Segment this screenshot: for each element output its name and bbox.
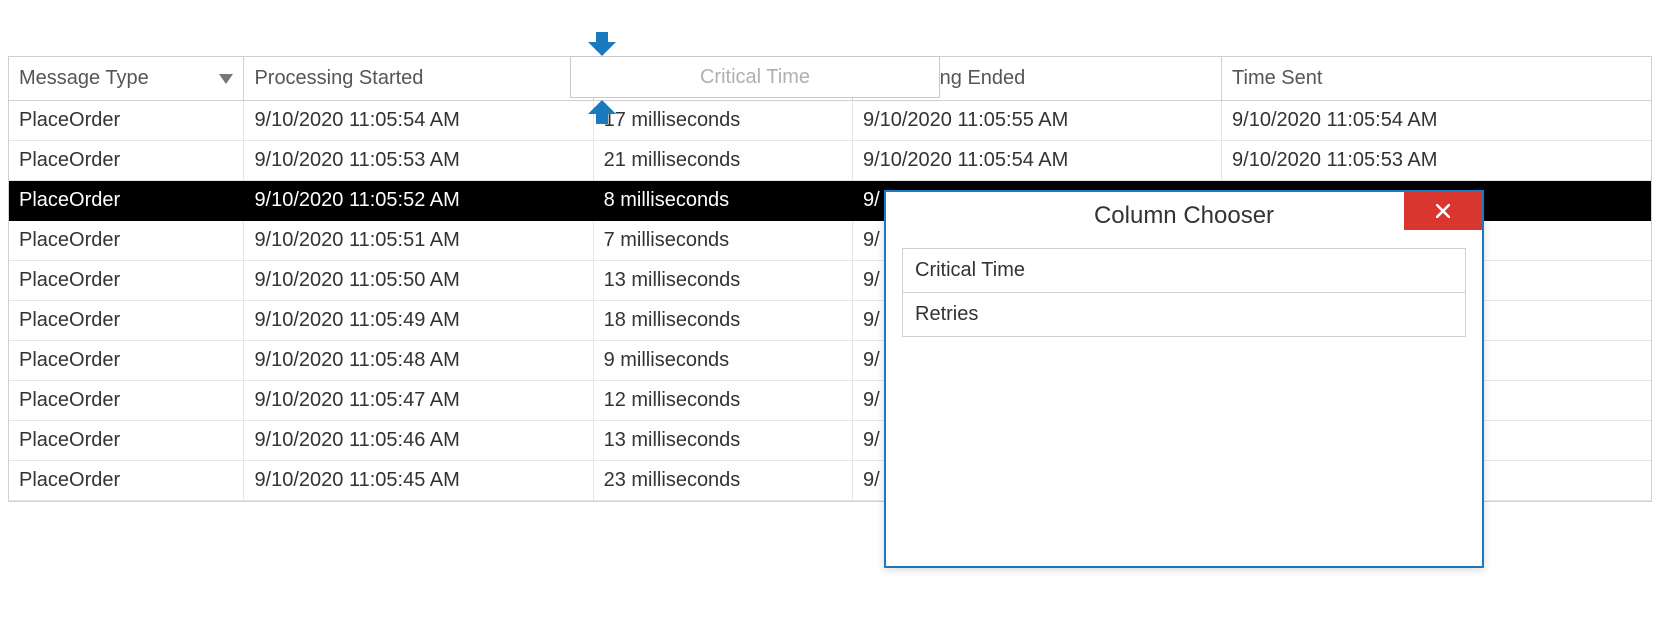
column-chooser-title: Column Chooser: [1094, 202, 1274, 230]
cell: 9/10/2020 11:05:53 AM: [1222, 141, 1651, 181]
cell: PlaceOrder: [9, 101, 244, 141]
column-chooser-header[interactable]: Column Chooser: [886, 192, 1482, 240]
col-header-message-type[interactable]: Message Type: [9, 57, 244, 101]
cell: 7 milliseconds: [594, 221, 853, 261]
cell: PlaceOrder: [9, 461, 244, 501]
col-header-processing-ended[interactable]: Processing Ended: [853, 57, 1222, 101]
cell: 8 milliseconds: [594, 181, 853, 221]
cell: 9/10/2020 11:05:46 AM: [244, 421, 593, 461]
cell: 9/10/2020 11:05:55 AM: [853, 101, 1222, 141]
cell: 9/10/2020 11:05:50 AM: [244, 261, 593, 301]
column-chooser-body: Critical TimeRetries: [886, 240, 1482, 345]
cell: PlaceOrder: [9, 141, 244, 181]
column-chooser-item[interactable]: Retries: [903, 293, 1465, 336]
cell: 9/10/2020 11:05:53 AM: [244, 141, 593, 181]
col-header-time-sent[interactable]: Time Sent: [1222, 57, 1651, 101]
column-chooser-popup[interactable]: Column Chooser Critical TimeRetries: [884, 190, 1484, 568]
cell: 9/10/2020 11:05:45 AM: [244, 461, 593, 501]
column-chooser-list: Critical TimeRetries: [902, 248, 1466, 337]
col-header-delivery-time[interactable]: Delivery Time: [594, 57, 853, 101]
cell: 13 milliseconds: [594, 421, 853, 461]
cell: 9/10/2020 11:05:54 AM: [244, 101, 593, 141]
table-row[interactable]: PlaceOrder9/10/2020 11:05:53 AM21 millis…: [9, 141, 1651, 181]
cell: 9/10/2020 11:05:54 AM: [1222, 101, 1651, 141]
cell: PlaceOrder: [9, 181, 244, 221]
cell: 9/10/2020 11:05:47 AM: [244, 381, 593, 421]
column-chooser-item[interactable]: Critical Time: [903, 249, 1465, 293]
col-header-label: Delivery Time: [604, 67, 725, 90]
col-header-processing-started[interactable]: Processing Started: [244, 57, 593, 101]
cell: 9/10/2020 11:05:51 AM: [244, 221, 593, 261]
drop-indicator-down-icon: [588, 32, 616, 56]
col-header-label: Processing Started: [254, 67, 423, 90]
col-header-label: Message Type: [19, 67, 149, 90]
cell: PlaceOrder: [9, 341, 244, 381]
cell: PlaceOrder: [9, 261, 244, 301]
cell: PlaceOrder: [9, 301, 244, 341]
cell: 23 milliseconds: [594, 461, 853, 501]
cell: 12 milliseconds: [594, 381, 853, 421]
grid-header-row: Message Type Processing Started Delivery…: [9, 57, 1651, 101]
close-icon: [1436, 204, 1450, 218]
cell: 9/10/2020 11:05:49 AM: [244, 301, 593, 341]
filter-icon[interactable]: [219, 74, 233, 84]
close-button[interactable]: [1404, 192, 1482, 230]
cell: PlaceOrder: [9, 221, 244, 261]
cell: 9 milliseconds: [594, 341, 853, 381]
cell: PlaceOrder: [9, 381, 244, 421]
col-header-label: Processing Ended: [863, 67, 1025, 90]
col-header-label: Time Sent: [1232, 67, 1322, 90]
cell: 9/10/2020 11:05:54 AM: [853, 141, 1222, 181]
cell: 21 milliseconds: [594, 141, 853, 181]
table-row[interactable]: PlaceOrder9/10/2020 11:05:54 AM17 millis…: [9, 101, 1651, 141]
cell: 9/10/2020 11:05:52 AM: [244, 181, 593, 221]
cell: 18 milliseconds: [594, 301, 853, 341]
cell: 17 milliseconds: [594, 101, 853, 141]
cell: 13 milliseconds: [594, 261, 853, 301]
cell: 9/10/2020 11:05:48 AM: [244, 341, 593, 381]
cell: PlaceOrder: [9, 421, 244, 461]
